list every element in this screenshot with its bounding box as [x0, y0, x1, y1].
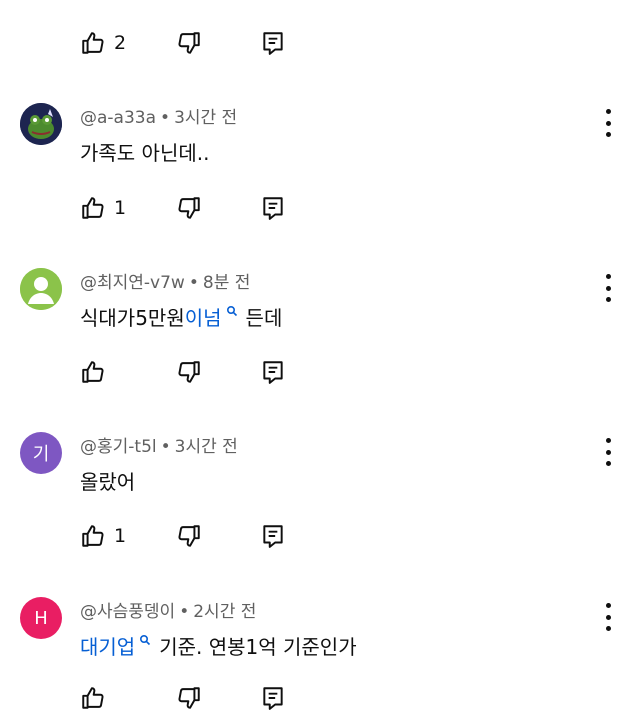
timestamp[interactable]: 3시간 전 — [175, 437, 238, 457]
thumb-down-icon — [178, 525, 200, 547]
author-name[interactable]: @a-a33a — [80, 108, 156, 128]
more-options-button[interactable] — [598, 603, 618, 631]
reply-icon — [263, 687, 283, 710]
comment: 기 @홍기-t5l • 3시간 전 올랐어 1 — [0, 432, 640, 548]
reply-icon — [263, 525, 283, 548]
comment-text: 가족도 아닌데.. — [80, 137, 209, 166]
comment-meta: @홍기-t5l • 3시간 전 — [80, 432, 238, 457]
thumb-down-icon — [178, 32, 200, 54]
comment: @a-a33a • 3시간 전 가족도 아닌데.. 1 — [0, 103, 640, 220]
comment-actions: 1 — [80, 193, 300, 223]
avatar[interactable]: 기 — [20, 432, 62, 474]
reply-button[interactable] — [260, 683, 300, 713]
avatar[interactable] — [20, 103, 62, 145]
comment-text: 대기업 기준. 연봉1억 기준인가 — [80, 631, 357, 660]
search-icon[interactable] — [139, 634, 151, 646]
reply-button[interactable] — [260, 193, 300, 223]
comment-text: 올랐어 — [80, 466, 135, 495]
comment-actions — [80, 357, 300, 387]
dislike-button[interactable] — [176, 193, 260, 223]
thumb-up-icon — [82, 32, 104, 54]
search-icon[interactable] — [226, 305, 238, 317]
more-options-button[interactable] — [598, 438, 618, 466]
more-vert-icon — [605, 438, 611, 443]
thumb-down-icon — [178, 361, 200, 383]
thumb-up-icon — [82, 687, 104, 709]
thumb-up-icon — [82, 525, 104, 547]
more-vert-icon — [605, 274, 611, 279]
avatar-letter: H — [34, 607, 48, 629]
timestamp[interactable]: 3시간 전 — [174, 108, 237, 128]
comment: H @사슴풍뎅이 • 2시간 전 대기업 기준. 연봉1억 기준인가 — [0, 597, 640, 710]
comment-text: 식대가5만원이넘 든데 — [80, 302, 282, 331]
comment-meta: @a-a33a • 3시간 전 — [80, 103, 237, 128]
more-vert-icon — [605, 603, 611, 608]
author-name[interactable]: @사슴풍뎅이 — [80, 602, 175, 622]
reply-button[interactable] — [260, 521, 300, 551]
separator-dot: • — [160, 437, 171, 457]
comment-text-part: 가족도 아닌데.. — [80, 141, 210, 165]
like-count: 2 — [114, 32, 127, 54]
dislike-button[interactable] — [176, 683, 260, 713]
more-vert-icon — [605, 109, 611, 114]
like-count: 1 — [114, 197, 127, 219]
comment-actions: 2 — [80, 28, 300, 58]
avatar[interactable] — [20, 268, 62, 310]
comment-feed: 2 @a-a33a • 3시간 전 가족도 아닌데.. 1 @최지연-v7w •… — [0, 0, 640, 718]
separator-dot: • — [160, 108, 171, 128]
author-name[interactable]: @최지연-v7w — [80, 273, 185, 293]
thumb-up-icon — [82, 197, 104, 219]
author-name[interactable]: @홍기-t5l — [80, 437, 157, 457]
avatar-letter: 기 — [32, 444, 50, 465]
avatar[interactable]: H — [20, 597, 62, 639]
more-options-button[interactable] — [598, 274, 618, 302]
comment-actions — [80, 683, 300, 713]
default-person-avatar-icon — [20, 268, 62, 310]
like-button[interactable]: 1 — [80, 521, 176, 551]
like-button[interactable] — [80, 683, 176, 713]
comment-text-part: 기준. 연봉1억 기준인가 — [159, 635, 357, 659]
reply-icon — [263, 32, 283, 55]
thumb-up-icon — [82, 361, 104, 383]
comment-meta: @사슴풍뎅이 • 2시간 전 — [80, 597, 256, 622]
separator-dot: • — [179, 602, 190, 622]
like-button[interactable]: 1 — [80, 193, 176, 223]
reply-icon — [263, 197, 283, 220]
more-options-button[interactable] — [598, 109, 618, 137]
separator-dot: • — [188, 273, 199, 293]
dislike-button[interactable] — [176, 357, 260, 387]
dislike-button[interactable] — [176, 28, 260, 58]
search-link[interactable]: 대기업 — [80, 635, 135, 659]
comment-text-part: 든데 — [245, 306, 283, 330]
reply-button[interactable] — [260, 357, 300, 387]
frog-avatar-image — [20, 103, 62, 145]
thumb-down-icon — [178, 197, 200, 219]
reply-icon — [263, 361, 283, 384]
like-count: 1 — [114, 525, 127, 547]
reply-button[interactable] — [260, 28, 300, 58]
thumb-down-icon — [178, 687, 200, 709]
comment-text-part: 식대가5만원 — [80, 306, 185, 330]
comment-meta: @최지연-v7w • 8분 전 — [80, 268, 250, 293]
timestamp[interactable]: 2시간 전 — [193, 602, 256, 622]
search-link[interactable]: 이넘 — [185, 306, 222, 330]
dislike-button[interactable] — [176, 521, 260, 551]
like-button[interactable] — [80, 357, 176, 387]
comment-text-part: 올랐어 — [80, 470, 136, 494]
comment: @최지연-v7w • 8분 전 식대가5만원이넘 든데 — [0, 268, 640, 384]
like-button[interactable]: 2 — [80, 28, 176, 58]
timestamp[interactable]: 8분 전 — [203, 273, 251, 293]
comment-actions: 1 — [80, 521, 300, 551]
